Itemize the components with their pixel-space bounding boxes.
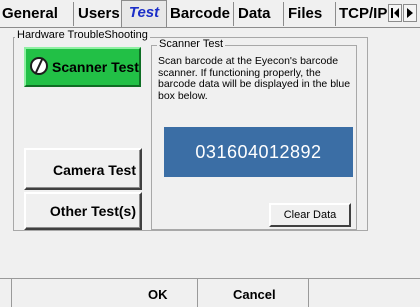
cancel-button[interactable]: Cancel (233, 287, 276, 302)
bottom-separator (308, 278, 309, 307)
camera-test-label: Camera Test (52, 162, 136, 178)
ok-button[interactable]: OK (148, 287, 168, 302)
other-tests-label: Other Test(s) (49, 203, 136, 219)
scanner-test-button[interactable]: Scanner Test (24, 47, 141, 87)
tab-general[interactable]: General (0, 2, 74, 26)
group-title: Hardware TroubleShooting (15, 29, 150, 41)
scanner-panel-title: Scanner Test (157, 38, 226, 50)
clear-data-button[interactable]: Clear Data (269, 203, 351, 227)
tab-data[interactable]: Data (236, 2, 284, 26)
scanner-test-label: Scanner Test (52, 59, 139, 75)
barcode-data-display: 031604012892 (164, 127, 353, 177)
other-tests-button[interactable]: Other Test(s) (24, 192, 142, 230)
first-page-icon[interactable] (388, 4, 402, 22)
tab-barcode[interactable]: Barcode (168, 2, 234, 26)
tab-test[interactable]: Test (121, 0, 167, 28)
scanner-instructions: Scan barcode at the Eyecon's barcode sca… (158, 55, 351, 102)
tab-bar: General Users Test Barcode Data Files TC… (0, 0, 420, 28)
bottom-bar (0, 278, 420, 307)
tab-files[interactable]: Files (286, 2, 336, 26)
next-page-icon[interactable] (403, 4, 417, 22)
bottom-separator (197, 278, 198, 307)
camera-test-button[interactable]: Camera Test (24, 148, 142, 190)
tab-users[interactable]: Users (76, 2, 122, 26)
bottom-separator (11, 278, 12, 307)
tab-divider (0, 27, 420, 28)
scanner-logo-icon (30, 57, 48, 75)
